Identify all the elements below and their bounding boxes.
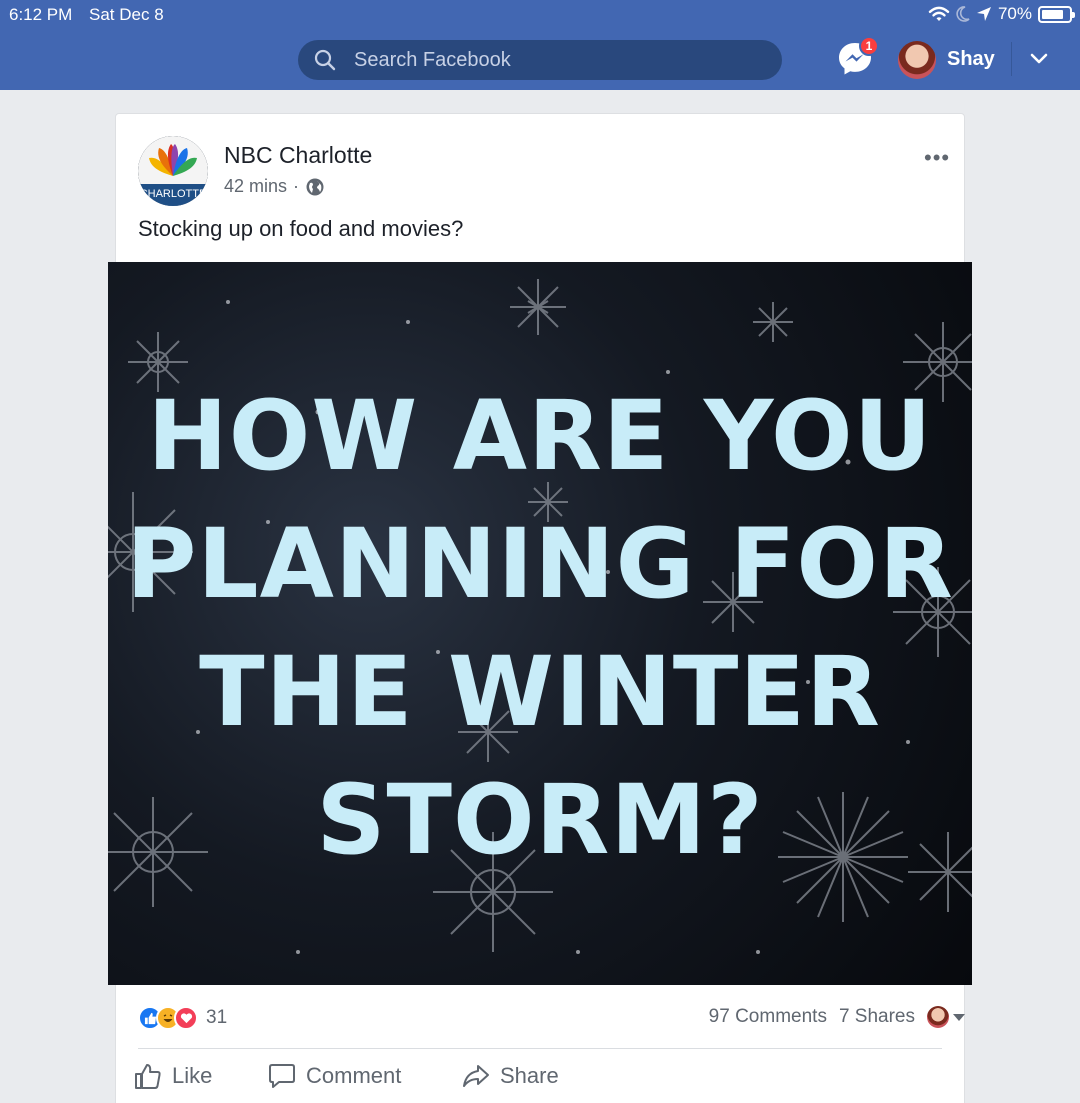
- top-navigation-bar: 6:12 PM Sat Dec 8 70% 1: [0, 0, 1080, 90]
- headline-line: PLANNING FOR: [126, 508, 954, 620]
- share-button[interactable]: Share: [462, 1062, 559, 1090]
- share-arrow-icon: [463, 1065, 489, 1087]
- headline-line: HOW ARE YOU: [147, 380, 933, 492]
- location-arrow-icon: [976, 7, 991, 21]
- page-avatar[interactable]: CHARLOTTE: [138, 136, 208, 206]
- action-divider: [138, 1048, 942, 1049]
- like-button[interactable]: Like: [134, 1062, 212, 1090]
- image-headline: HOW ARE YOU PLANNING FOR THE WINTER STOR…: [108, 372, 972, 884]
- status-right-group: 70%: [928, 4, 1075, 24]
- meta-separator: ·: [293, 176, 300, 196]
- headline-line: THE WINTER: [199, 636, 881, 748]
- reactions-summary[interactable]: 31: [138, 1006, 227, 1030]
- battery-percent: 70%: [997, 4, 1032, 23]
- chevron-down-icon[interactable]: [1028, 48, 1050, 70]
- post-stats: 97 Comments 7 Shares: [709, 1006, 965, 1028]
- battery-icon: [1038, 5, 1075, 23]
- viewer-avatar[interactable]: [927, 1006, 949, 1028]
- nbc-peacock-logo: CHARLOTTE: [138, 136, 208, 206]
- wifi-icon: [928, 6, 950, 21]
- search-icon: [314, 49, 336, 71]
- comment-label: Comment: [306, 1063, 402, 1088]
- more-options-icon[interactable]: •••: [924, 145, 950, 171]
- search-input[interactable]: [354, 40, 754, 80]
- post-timestamp[interactable]: 42 mins: [224, 176, 287, 197]
- shares-count-link[interactable]: 7 Shares: [839, 1006, 915, 1028]
- comment-bubble-icon: [269, 1064, 295, 1088]
- moon-icon: [956, 6, 970, 22]
- status-bar: 6:12 PM Sat Dec 8 70%: [0, 0, 1080, 30]
- reaction-count: 31: [206, 1007, 228, 1028]
- like-label: Like: [172, 1063, 213, 1088]
- post-image[interactable]: HOW ARE YOU PLANNING FOR THE WINTER STOR…: [108, 262, 972, 985]
- love-reaction-icon: [174, 1006, 198, 1030]
- comment-button[interactable]: Comment: [268, 1062, 401, 1090]
- status-time: 6:12 PM: [9, 5, 73, 24]
- post-text: Stocking up on food and movies?: [138, 216, 464, 241]
- post-meta: 42 mins ·: [224, 176, 325, 197]
- user-avatar[interactable]: [898, 41, 936, 79]
- caret-down-icon[interactable]: [953, 1013, 965, 1021]
- comments-count-link[interactable]: 97 Comments: [709, 1006, 827, 1028]
- search-bar[interactable]: [298, 40, 782, 80]
- messenger-badge: 1: [859, 36, 879, 56]
- status-date: Sat Dec 8: [89, 5, 164, 24]
- page-name-link[interactable]: NBC Charlotte: [224, 142, 372, 169]
- user-name-link[interactable]: Shay: [947, 48, 995, 71]
- globe-icon: [306, 178, 324, 195]
- share-label: Share: [500, 1063, 559, 1088]
- thumbs-up-icon: [135, 1064, 161, 1089]
- header-divider: [1011, 42, 1012, 76]
- headline-line: STORM?: [316, 764, 764, 876]
